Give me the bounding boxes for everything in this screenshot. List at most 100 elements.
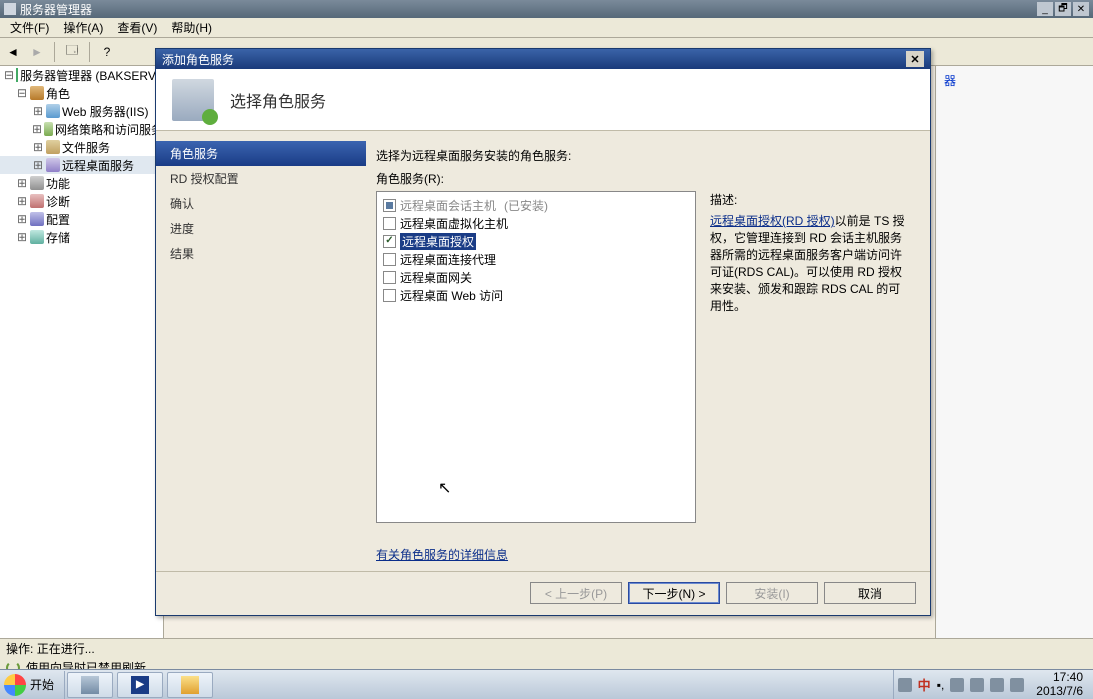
forward-button[interactable]: ► xyxy=(28,43,46,61)
taskbar-item-powershell[interactable]: ▶ xyxy=(117,672,163,698)
tree-item-label: 配置 xyxy=(46,211,70,228)
list-item-label: 远程桌面网关 xyxy=(400,269,472,286)
wizard-step-confirm[interactable]: 确认 xyxy=(156,191,366,216)
tree-item-label: 功能 xyxy=(46,175,70,192)
taskbar-item-explorer[interactable] xyxy=(167,672,213,698)
help-button[interactable]: ? xyxy=(98,43,116,61)
taskbar: 开始 ▶ 中 ▪, 17:40 2013/7/6 xyxy=(0,669,1093,699)
tree-item-stor[interactable]: ⊞存储 xyxy=(0,228,163,246)
back-button[interactable]: ◄ xyxy=(4,43,22,61)
bottom-status-label: 操作: xyxy=(6,640,33,657)
cancel-button[interactable]: 取消 xyxy=(824,582,916,604)
wizard-buttons: < 上一步(P) 下一步(N) > 安装(I) 取消 xyxy=(156,571,930,614)
tree-item-roles[interactable]: ⊟角色 xyxy=(0,84,163,102)
list-item[interactable]: 远程桌面授权 xyxy=(383,232,689,250)
tray-icon[interactable] xyxy=(898,678,912,692)
ime-icon[interactable]: ▪, xyxy=(937,678,945,692)
checkbox-icon[interactable] xyxy=(383,253,396,266)
description-text: 远程桌面授权(RD 授权)以前是 TS 授权，它管理连接到 RD 会话主机服务器… xyxy=(710,212,912,314)
checkbox-icon[interactable] xyxy=(383,289,396,302)
list-item[interactable]: 远程桌面连接代理 xyxy=(383,250,689,268)
tree-item-label: 服务器管理器 (BAKSERVER) xyxy=(20,67,164,84)
next-button[interactable]: 下一步(N) > xyxy=(628,582,720,604)
list-item[interactable]: 远程桌面会话主机 (已安装) xyxy=(383,196,689,214)
action-item[interactable]: 器 xyxy=(936,66,1093,95)
prev-button[interactable]: < 上一步(P) xyxy=(530,582,622,604)
window-restore-button[interactable]: 🗗 xyxy=(1055,2,1071,16)
tree-item-web[interactable]: ⊞Web 服务器(IIS) xyxy=(0,102,163,120)
tray-icon[interactable] xyxy=(970,678,984,692)
list-item-label: 远程桌面连接代理 xyxy=(400,251,496,268)
tray-icon[interactable] xyxy=(950,678,964,692)
explorer-icon xyxy=(181,676,199,694)
more-info-link[interactable]: 有关角色服务的详细信息 xyxy=(376,548,508,562)
volume-icon[interactable] xyxy=(1010,678,1024,692)
list-item[interactable]: 远程桌面虚拟化主机 xyxy=(383,214,689,232)
menu-help[interactable]: 帮助(H) xyxy=(165,19,218,36)
tree-item-label: 诊断 xyxy=(46,193,70,210)
bottom-status-text: 正在进行... xyxy=(37,640,95,657)
role-description: 描述: 远程桌面授权(RD 授权)以前是 TS 授权，它管理连接到 RD 会话主… xyxy=(710,191,912,540)
clock-date: 2013/7/6 xyxy=(1036,685,1083,698)
wizard-heading: 选择角色服务 xyxy=(230,88,326,112)
window-title: 服务器管理器 xyxy=(20,1,1035,18)
checkbox-icon[interactable] xyxy=(383,271,396,284)
checkbox-icon[interactable] xyxy=(383,235,396,248)
network-icon[interactable] xyxy=(990,678,1004,692)
list-item[interactable]: 远程桌面网关 xyxy=(383,268,689,286)
window-close-button[interactable]: ✕ xyxy=(1073,2,1089,16)
window-minimize-button[interactable]: _ xyxy=(1037,2,1053,16)
wizard-step-rd-licensing[interactable]: RD 授权配置 xyxy=(156,166,366,191)
toolbar-separator xyxy=(89,42,90,62)
wizard-title-text: 添加角色服务 xyxy=(162,51,906,68)
tree-item-label: 存储 xyxy=(46,229,70,246)
tree-item-net[interactable]: ⊞网络策略和访问服务 xyxy=(0,120,163,138)
start-orb-icon xyxy=(4,674,26,696)
tree-item-diag[interactable]: ⊞诊断 xyxy=(0,192,163,210)
tree-item-label: 远程桌面服务 xyxy=(62,157,134,174)
menu-file[interactable]: 文件(F) xyxy=(4,19,55,36)
list-item[interactable]: 远程桌面 Web 访问 xyxy=(383,286,689,304)
tree-item-features[interactable]: ⊞功能 xyxy=(0,174,163,192)
menu-action[interactable]: 操作(A) xyxy=(57,19,109,36)
start-button[interactable]: 开始 xyxy=(0,671,65,699)
wizard-step-progress[interactable]: 进度 xyxy=(156,216,366,241)
wizard-more-info: 有关角色服务的详细信息 xyxy=(376,546,912,563)
navigation-tree[interactable]: ⊟服务器管理器 (BAKSERVER) ⊟角色 ⊞Web 服务器(IIS) ⊞网… xyxy=(0,66,164,656)
wizard-step-results[interactable]: 结果 xyxy=(156,241,366,266)
language-indicator[interactable]: 中 xyxy=(918,675,931,694)
wizard-instruction: 选择为远程桌面服务安装的角色服务: xyxy=(376,147,912,164)
wizard-close-button[interactable]: ✕ xyxy=(906,51,924,67)
taskbar-item-server-manager[interactable] xyxy=(67,672,113,698)
tree-item-label: 文件服务 xyxy=(62,139,110,156)
tree-item-label: 角色 xyxy=(46,85,70,102)
app-icon xyxy=(4,3,16,15)
wizard-main: 选择为远程桌面服务安装的角色服务: 角色服务(R): 远程桌面会话主机 (已安装… xyxy=(366,131,930,571)
list-item-label: 远程桌面会话主机 xyxy=(400,197,496,214)
refresh-button[interactable]: 🗔 xyxy=(63,43,81,61)
toolbar-separator xyxy=(54,42,55,62)
menu-view[interactable]: 查看(V) xyxy=(111,19,163,36)
wizard-header: 选择角色服务 xyxy=(156,69,930,131)
clock-time: 17:40 xyxy=(1036,671,1083,684)
powershell-icon: ▶ xyxy=(131,676,149,694)
list-item-label: 远程桌面 Web 访问 xyxy=(400,287,503,304)
wizard-list-label: 角色服务(R): xyxy=(376,170,912,187)
system-tray: 中 ▪, 17:40 2013/7/6 xyxy=(893,670,1093,699)
taskbar-clock[interactable]: 17:40 2013/7/6 xyxy=(1030,671,1089,697)
description-link[interactable]: 远程桌面授权(RD 授权) xyxy=(710,214,835,228)
tree-item-file[interactable]: ⊞文件服务 xyxy=(0,138,163,156)
description-label: 描述: xyxy=(710,191,912,208)
role-services-list[interactable]: 远程桌面会话主机 (已安装) 远程桌面虚拟化主机 远程桌面授权 远程桌面连接代理 xyxy=(376,191,696,523)
tree-item-root[interactable]: ⊟服务器管理器 (BAKSERVER) xyxy=(0,66,163,84)
tree-item-rds[interactable]: ⊞远程桌面服务 xyxy=(0,156,163,174)
tree-item-conf[interactable]: ⊞配置 xyxy=(0,210,163,228)
wizard-titlebar[interactable]: 添加角色服务 ✕ xyxy=(156,49,930,69)
installed-note: (已安装) xyxy=(504,197,548,214)
actions-pane: 器 xyxy=(935,66,1093,656)
tree-item-label: Web 服务器(IIS) xyxy=(62,103,148,120)
install-button[interactable]: 安装(I) xyxy=(726,582,818,604)
checkbox-icon[interactable] xyxy=(383,217,396,230)
wizard-step-role-services[interactable]: 角色服务 xyxy=(156,141,366,166)
window-titlebar[interactable]: 服务器管理器 _ 🗗 ✕ xyxy=(0,0,1093,18)
